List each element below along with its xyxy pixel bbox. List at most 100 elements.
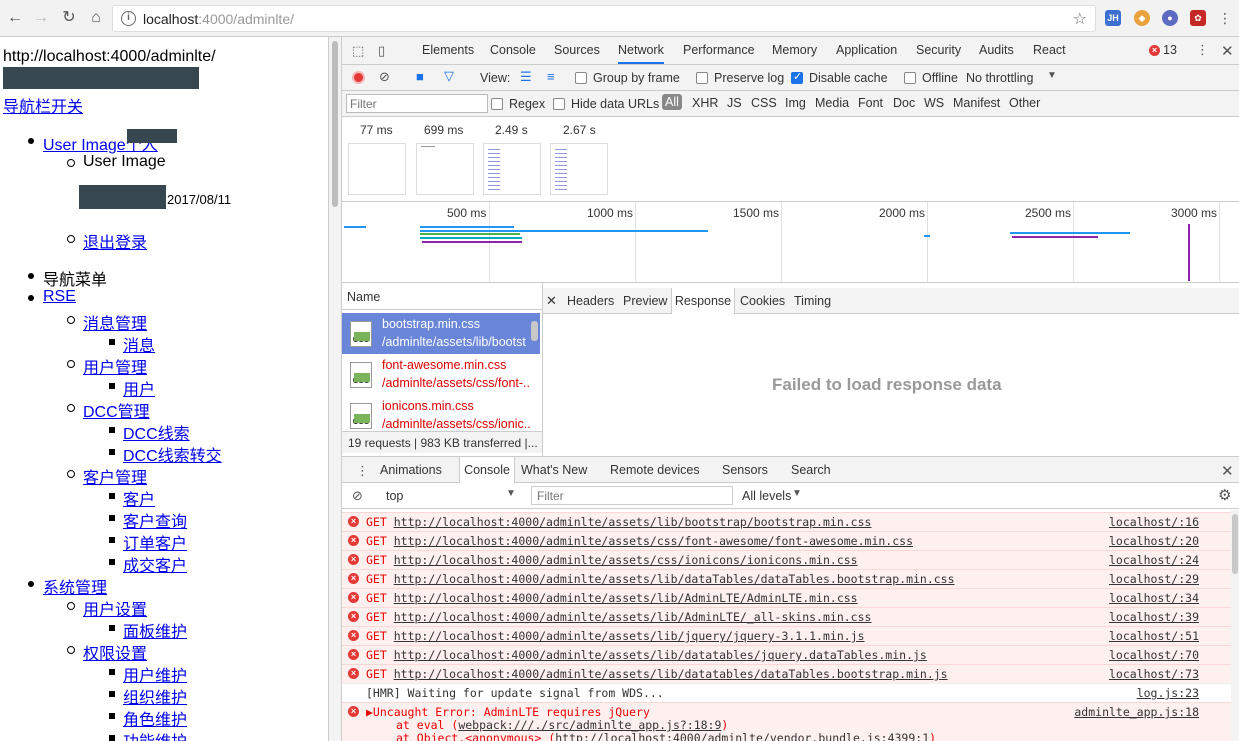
role-maint-link[interactable]: 角色维护 (108, 706, 187, 730)
tab-react[interactable]: React (1033, 37, 1066, 64)
dcc-transfer-link[interactable]: DCC线索转交 (109, 442, 222, 466)
tab-response[interactable]: Response (671, 288, 735, 314)
context-dropdown-icon[interactable]: ▼ (506, 488, 516, 499)
drawer-menu-icon[interactable]: ⋮ (356, 463, 369, 479)
tab-application[interactable]: Application (836, 37, 897, 64)
offline-checkbox[interactable] (904, 72, 916, 84)
perm-settings-link[interactable]: 权限设置 (66, 640, 147, 664)
close-detail-icon[interactable]: ✕ (546, 288, 557, 314)
cust-link[interactable]: 客户 (108, 486, 155, 510)
filmstrip-frame[interactable] (348, 143, 406, 195)
tab-elements[interactable]: Elements (422, 37, 474, 64)
source-link[interactable]: localhost/:39 (1109, 610, 1199, 624)
more-menu-icon[interactable]: ⋮ (1196, 42, 1209, 58)
settings-gear-icon[interactable]: ⚙ (1218, 486, 1231, 504)
source-link[interactable]: localhost/:29 (1109, 572, 1199, 586)
source-link[interactable]: localhost/:51 (1109, 629, 1199, 643)
user-maint-link[interactable]: 用户维护 (108, 662, 187, 686)
back-icon[interactable]: ← (6, 9, 24, 27)
device-toolbar-icon[interactable]: ▯ (378, 43, 385, 59)
source-link[interactable]: localhost/:24 (1109, 553, 1199, 567)
forward-icon[interactable]: → (32, 9, 50, 27)
request-row[interactable]: CSS font-awesome.min.css /adminlte/asset… (342, 354, 540, 395)
request-row[interactable]: CSS bootstrap.min.css /adminlte/assets/l… (342, 313, 540, 354)
tab-network[interactable]: Network (618, 37, 664, 64)
cust-query-link[interactable]: 客户查询 (108, 508, 187, 532)
extension-icon[interactable]: ● (1162, 10, 1178, 26)
clear-console-icon[interactable]: ⊘ (352, 488, 363, 504)
console-error-row[interactable]: × GET http://localhost:4000/adminlte/asse… (342, 664, 1231, 683)
sys-mgmt-link[interactable]: 系统管理 (27, 574, 107, 598)
page-scrollbar[interactable] (328, 37, 342, 741)
console-scrollbar-thumb[interactable] (1232, 514, 1238, 574)
type-all[interactable]: All (662, 94, 682, 110)
source-link[interactable]: adminlte_app.js:18 (1074, 705, 1199, 719)
order-cust-link[interactable]: 订单客户 (108, 530, 187, 554)
type-media[interactable]: Media (815, 96, 849, 110)
tab-sensors[interactable]: Sensors (722, 457, 768, 484)
panel-maint-link[interactable]: 面板维护 (108, 618, 187, 642)
console-error-row[interactable]: × GET http://localhost:4000/adminlte/asse… (342, 645, 1231, 664)
type-js[interactable]: JS (727, 96, 742, 110)
info-icon[interactable]: i (121, 11, 136, 26)
request-row[interactable]: CSS ionicons.min.css /adminlte/assets/cs… (342, 395, 540, 436)
type-img[interactable]: Img (785, 96, 806, 110)
console-error-row[interactable]: × GET http://localhost:4000/adminlte/asse… (342, 626, 1231, 645)
filter-input[interactable] (346, 94, 488, 113)
tab-timing[interactable]: Timing (794, 288, 831, 314)
address-bar[interactable]: i localhost:4000/adminlte/ ☆ (112, 5, 1096, 32)
logout-link[interactable]: 退出登录 (66, 229, 147, 253)
console-error-row[interactable]: × ▶Uncaught Error: AdminLTE requires jQu… (342, 702, 1231, 741)
console-error-row[interactable]: × GET http://localhost:4000/adminlte/asse… (342, 550, 1231, 569)
type-other[interactable]: Other (1009, 96, 1040, 110)
stack-link[interactable]: webpack:///./src/adminlte_app.js?:18:9 (458, 718, 721, 732)
levels-select[interactable]: All levels (742, 489, 791, 503)
console-log-row[interactable]: [HMR] Waiting for update signal from WDS… (342, 683, 1231, 702)
func-maint-link[interactable]: 功能维护 (108, 728, 187, 741)
requests-scrollbar-thumb[interactable] (531, 321, 538, 341)
user-settings-link[interactable]: 用户设置 (66, 596, 147, 620)
tab-security[interactable]: Security (916, 37, 961, 64)
source-link[interactable]: log.js:23 (1137, 686, 1199, 700)
msg-mgmt-link[interactable]: 消息管理 (66, 310, 147, 334)
filmstrip-frame[interactable] (416, 143, 474, 195)
name-column-header[interactable]: Name (342, 283, 542, 310)
disable-cache-checkbox[interactable] (791, 70, 803, 84)
context-select[interactable]: top (386, 489, 403, 503)
type-font[interactable]: Font (858, 96, 883, 110)
tab-console[interactable]: Console (490, 37, 536, 64)
uncaught-error-text[interactable]: ▶Uncaught Error: AdminLTE requires jQuer… (366, 705, 650, 719)
dropdown-arrow-icon[interactable]: ▼ (1047, 70, 1057, 81)
source-link[interactable]: localhost/:16 (1109, 515, 1199, 529)
tab-whats-new[interactable]: What's New (521, 457, 587, 484)
type-ws[interactable]: WS (924, 96, 944, 110)
type-xhr[interactable]: XHR (692, 96, 718, 110)
console-error-row[interactable]: × GET http://localhost:4000/adminlte/asse… (342, 607, 1231, 626)
deal-cust-link[interactable]: 成交客户 (108, 552, 187, 576)
tab-search[interactable]: Search (791, 457, 831, 484)
console-error-row[interactable]: × GET http://localhost:4000/adminlte/asse… (342, 512, 1231, 531)
close-drawer-icon[interactable]: ✕ (1221, 462, 1234, 480)
org-maint-link[interactable]: 组织维护 (108, 684, 187, 708)
tab-audits[interactable]: Audits (979, 37, 1014, 64)
extension-icon[interactable]: ✿ (1190, 10, 1206, 26)
filmstrip-frame[interactable] (550, 143, 608, 195)
throttling-select[interactable]: No throttling (966, 71, 1033, 85)
tab-performance[interactable]: Performance (683, 37, 755, 64)
hide-data-urls-checkbox[interactable] (553, 98, 565, 110)
stack-link[interactable]: http://localhost:4000/adminlte/vendor.bu… (555, 731, 929, 741)
console-error-row[interactable]: × GET http://localhost:4000/adminlte/asse… (342, 588, 1231, 607)
filter-icon[interactable]: ▽ (444, 68, 454, 84)
levels-dropdown-icon[interactable]: ▼ (792, 488, 802, 499)
waterfall-icon[interactable]: ≡ (547, 69, 555, 84)
group-by-frame-checkbox[interactable] (575, 72, 587, 84)
tab-sources[interactable]: Sources (554, 37, 600, 64)
tab-drawer-console[interactable]: Console (459, 457, 515, 484)
screenshot-camera-icon[interactable]: ■ (416, 69, 424, 84)
error-count[interactable]: 13 (1163, 43, 1177, 57)
extension-icon[interactable]: ◆ (1134, 10, 1150, 26)
type-doc[interactable]: Doc (893, 96, 915, 110)
console-url-link[interactable]: http://localhost:4000/adminlte/assets/li… (394, 572, 955, 586)
console-filter-input[interactable] (531, 486, 733, 505)
source-link[interactable]: localhost/:70 (1109, 648, 1199, 662)
